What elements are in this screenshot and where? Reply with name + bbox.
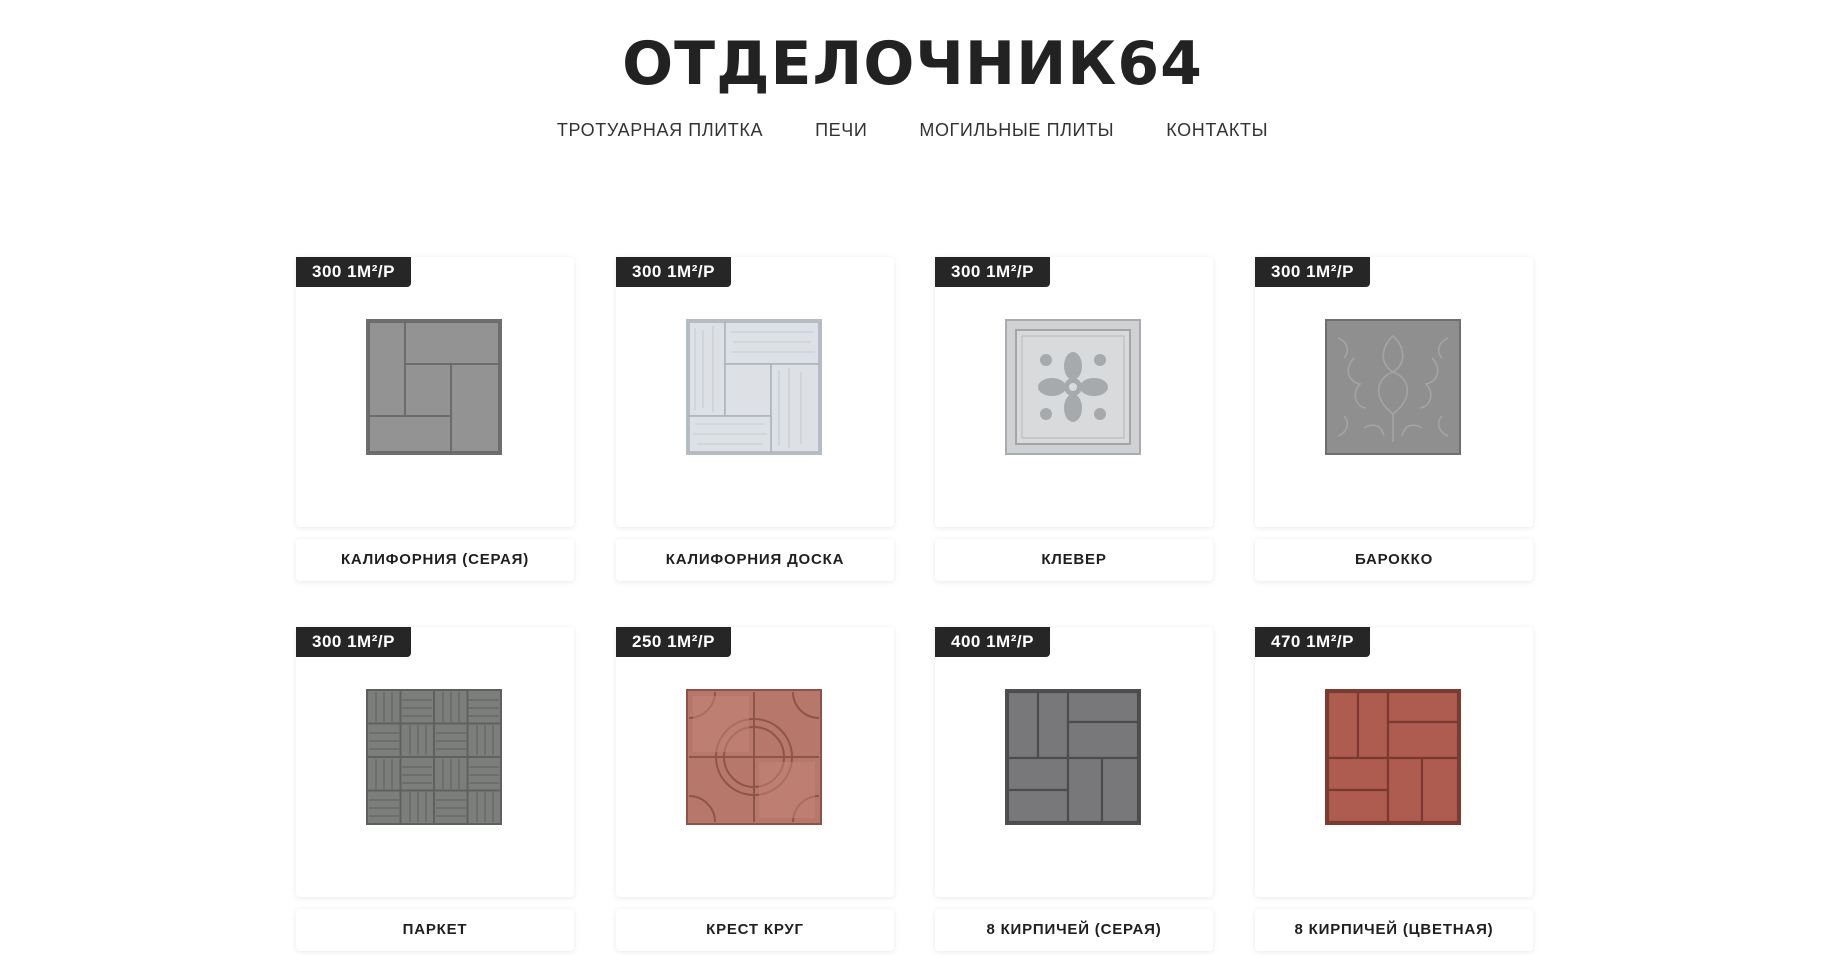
product-card-image-area[interactable]: 250 1М²/Р [616,627,894,897]
product-card-image-area[interactable]: 300 1М²/Р [296,627,574,897]
nav-item-grave-slabs[interactable]: МОГИЛЬНЫЕ ПЛИТЫ [919,116,1114,144]
price-badge: 400 1М²/Р [935,627,1050,657]
product-card-image-area[interactable]: 300 1М²/Р [935,257,1213,527]
nav-item-contacts[interactable]: КОНТАКТЫ [1166,116,1268,144]
product-name[interactable]: КАЛИФОРНИЯ (СЕРАЯ) [296,539,574,581]
eight-bricks-colored-tile-icon[interactable] [1324,688,1462,826]
site-header: ОТДЕЛОЧНИК64 ТРОТУАРНАЯ ПЛИТКА ПЕЧИ МОГИ… [0,0,1825,165]
baroque-tile-icon[interactable] [1324,318,1462,456]
nav-item-stoves[interactable]: ПЕЧИ [815,116,867,144]
product-name[interactable]: КЛЕВЕР [935,539,1213,581]
price-badge: 300 1М²/Р [296,627,411,657]
price-badge: 250 1М²/Р [616,627,731,657]
clover-tile-icon[interactable] [1004,318,1142,456]
price-badge: 470 1М²/Р [1255,627,1370,657]
product-card-image-area[interactable]: 300 1М²/Р [616,257,894,527]
product-card-image-area[interactable]: 470 1М²/Р [1255,627,1533,897]
cross-circle-tile-icon[interactable] [685,688,823,826]
california-board-tile-icon[interactable] [685,318,823,456]
product-name[interactable]: КРЕСТ КРУГ [616,909,894,951]
parquet-tile-icon[interactable] [365,688,503,826]
product-name[interactable]: БАРОККО [1255,539,1533,581]
nav-item-paving-tiles[interactable]: ТРОТУАРНАЯ ПЛИТКА [557,116,763,144]
eight-bricks-gray-tile-icon[interactable] [1004,688,1142,826]
price-badge: 300 1М²/Р [935,257,1050,287]
price-badge: 300 1М²/Р [296,257,411,287]
product-name[interactable]: 8 КИРПИЧЕЙ (ЦВЕТНАЯ) [1255,909,1533,951]
product-name[interactable]: ПАРКЕТ [296,909,574,951]
california-gray-tile-icon[interactable] [365,318,503,456]
price-badge: 300 1М²/Р [616,257,731,287]
product-name[interactable]: КАЛИФОРНИЯ ДОСКА [616,539,894,581]
price-badge: 300 1М²/Р [1255,257,1370,287]
product-card-image-area[interactable]: 300 1М²/Р [296,257,574,527]
product-card-image-area[interactable]: 300 1М²/Р [1255,257,1533,527]
product-grid: 300 1М²/Р КАЛИФОРНИЯ (СЕРАЯ) 300 1М²/Р К… [0,165,1825,972]
product-card-image-area[interactable]: 400 1М²/Р [935,627,1213,897]
site-logo[interactable]: ОТДЕЛОЧНИК64 [0,22,1825,106]
product-name[interactable]: 8 КИРПИЧЕЙ (СЕРАЯ) [935,909,1213,951]
main-nav: ТРОТУАРНАЯ ПЛИТКА ПЕЧИ МОГИЛЬНЫЕ ПЛИТЫ К… [0,116,1825,144]
